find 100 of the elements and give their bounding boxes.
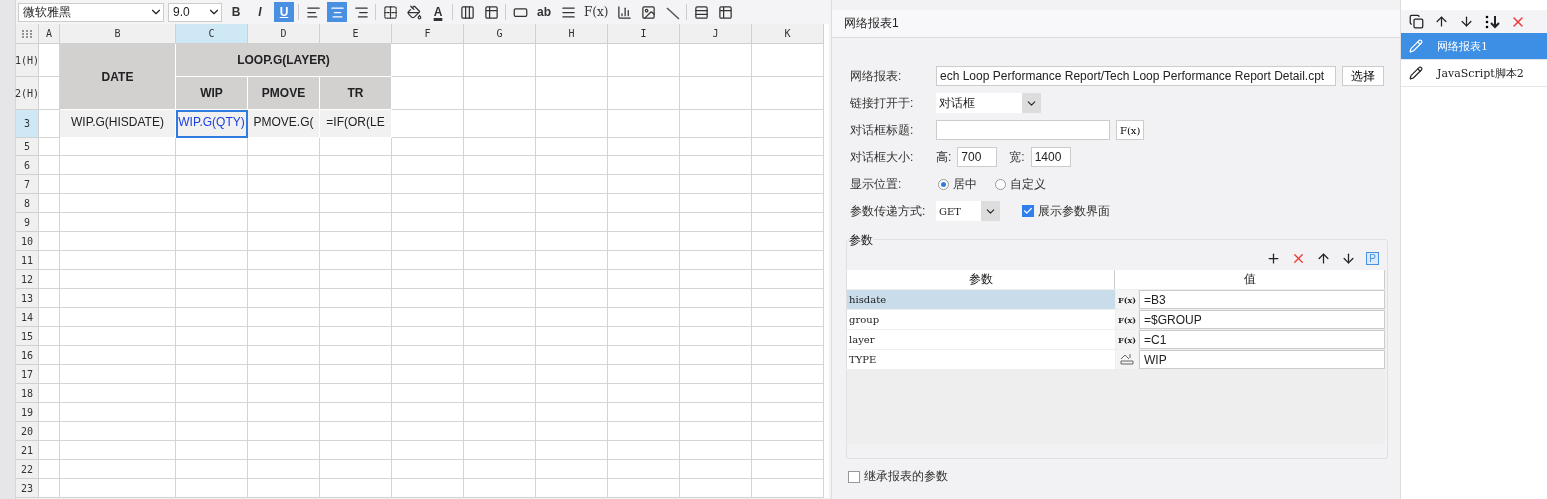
table-cell[interactable]: [680, 384, 752, 403]
param-value[interactable]: =B3: [1139, 290, 1385, 309]
table-cell[interactable]: [536, 77, 608, 110]
table-cell[interactable]: [536, 175, 608, 194]
column-header[interactable]: C: [176, 24, 248, 44]
table-cell[interactable]: [248, 213, 320, 232]
table-cell[interactable]: [392, 365, 464, 384]
table-cell[interactable]: [536, 232, 608, 251]
table-cell[interactable]: [464, 213, 536, 232]
table-cell[interactable]: [608, 479, 680, 498]
table-cell[interactable]: [392, 441, 464, 460]
formula-type-button[interactable]: F(x): [1116, 310, 1138, 329]
table-cell[interactable]: [608, 365, 680, 384]
row-header[interactable]: 3: [16, 110, 39, 138]
table-cell[interactable]: [680, 194, 752, 213]
table-cell[interactable]: [680, 422, 752, 441]
table-cell[interactable]: [464, 460, 536, 479]
row-header[interactable]: 11: [16, 251, 39, 270]
row-header[interactable]: 18: [16, 384, 39, 403]
table-cell[interactable]: [608, 422, 680, 441]
table-cell[interactable]: [60, 289, 176, 308]
table-cell[interactable]: [752, 346, 824, 365]
table-cell[interactable]: [608, 138, 680, 156]
table-cell[interactable]: [320, 213, 392, 232]
table-cell[interactable]: [248, 175, 320, 194]
table-cell[interactable]: [176, 289, 248, 308]
table-cell[interactable]: [248, 308, 320, 327]
table-cell[interactable]: [176, 175, 248, 194]
table-cell[interactable]: [176, 194, 248, 213]
table-cell[interactable]: [392, 384, 464, 403]
radio-button[interactable]: [938, 178, 949, 190]
table-cell[interactable]: [536, 110, 608, 138]
param-name[interactable]: layer: [847, 330, 1115, 349]
table-cell[interactable]: [680, 403, 752, 422]
table-cell[interactable]: [536, 138, 608, 156]
row-header[interactable]: 15: [16, 327, 39, 346]
param-value[interactable]: =C1: [1139, 330, 1385, 349]
row-header[interactable]: 1(H): [16, 44, 39, 77]
table-cell[interactable]: [752, 384, 824, 403]
table-cell[interactable]: LOOP.G(LAYER): [176, 44, 392, 77]
table-cell[interactable]: [680, 365, 752, 384]
table-cell[interactable]: [680, 289, 752, 308]
height-field[interactable]: 700: [957, 147, 998, 167]
table-cell[interactable]: [39, 403, 60, 422]
table-cell[interactable]: [752, 232, 824, 251]
table-cell[interactable]: [536, 384, 608, 403]
table-cell[interactable]: [608, 327, 680, 346]
font-size-select[interactable]: 9.0: [168, 2, 222, 22]
table-cell[interactable]: [536, 213, 608, 232]
table-cell[interactable]: [248, 346, 320, 365]
table-cell[interactable]: [176, 270, 248, 289]
row-header[interactable]: 5: [16, 138, 39, 156]
select-all-corner[interactable]: [16, 24, 39, 44]
row-header[interactable]: 14: [16, 308, 39, 327]
table-cell[interactable]: [680, 156, 752, 175]
table-cell[interactable]: [39, 384, 60, 403]
table-cell[interactable]: [248, 156, 320, 175]
formula-type-button[interactable]: F(x): [1116, 290, 1138, 309]
table-cell[interactable]: [608, 44, 680, 77]
table-cell[interactable]: [176, 384, 248, 403]
table-cell[interactable]: [176, 346, 248, 365]
table-cell[interactable]: [680, 110, 752, 138]
table-cell[interactable]: [176, 232, 248, 251]
table-cell[interactable]: [680, 251, 752, 270]
table-cell[interactable]: [248, 365, 320, 384]
table-cell[interactable]: [248, 460, 320, 479]
table-cell[interactable]: [248, 384, 320, 403]
table-cell[interactable]: [39, 138, 60, 156]
table-cell[interactable]: [39, 232, 60, 251]
row-header[interactable]: 9: [16, 213, 39, 232]
table-cell[interactable]: [60, 251, 176, 270]
table-cell[interactable]: [752, 77, 824, 110]
checkbox[interactable]: [1022, 205, 1034, 217]
table-cell[interactable]: [392, 460, 464, 479]
table-cell[interactable]: [39, 308, 60, 327]
table-cell[interactable]: [752, 251, 824, 270]
row-header[interactable]: 19: [16, 403, 39, 422]
table-cell[interactable]: [536, 308, 608, 327]
table-cell[interactable]: [39, 346, 60, 365]
row-header[interactable]: 20: [16, 422, 39, 441]
table-cell[interactable]: [39, 289, 60, 308]
column-header[interactable]: I: [608, 24, 680, 44]
table-cell[interactable]: [536, 403, 608, 422]
table-cell[interactable]: [464, 270, 536, 289]
table-cell[interactable]: [60, 441, 176, 460]
row-header[interactable]: 22: [16, 460, 39, 479]
table-cell[interactable]: [752, 327, 824, 346]
table-cell[interactable]: [536, 156, 608, 175]
table-cell[interactable]: [608, 77, 680, 110]
table-cell[interactable]: [320, 289, 392, 308]
table-cell[interactable]: [39, 175, 60, 194]
table-cell[interactable]: [464, 384, 536, 403]
table-cell[interactable]: [464, 194, 536, 213]
table-cell[interactable]: [60, 384, 176, 403]
table-cell[interactable]: [680, 346, 752, 365]
table-cell[interactable]: [464, 327, 536, 346]
open-in-select[interactable]: 对话框: [936, 93, 1041, 113]
table-cell[interactable]: [176, 251, 248, 270]
table-cell[interactable]: [320, 479, 392, 498]
column-header[interactable]: E: [320, 24, 392, 44]
